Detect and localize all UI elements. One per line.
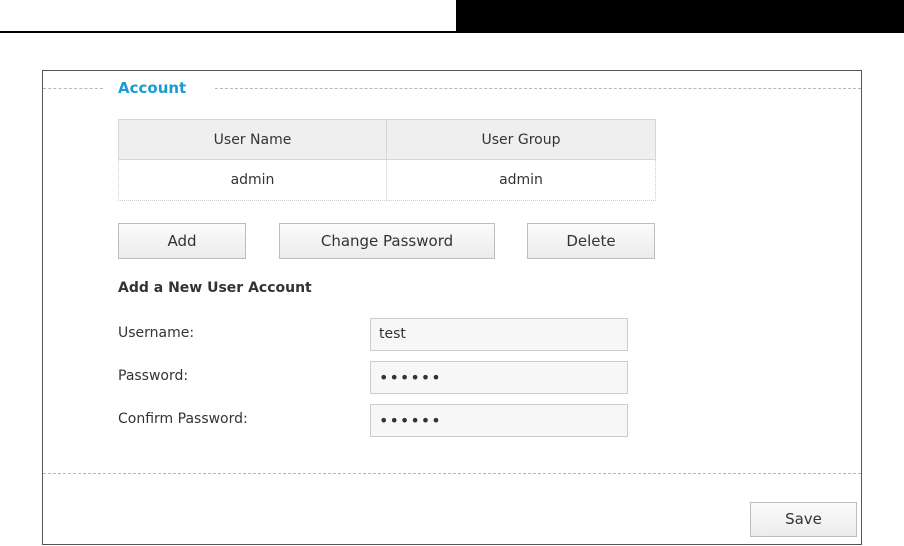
- legend-divider-left: [43, 88, 103, 89]
- password-field[interactable]: ••••••: [370, 361, 628, 394]
- delete-button[interactable]: Delete: [527, 223, 655, 259]
- footer-divider: [43, 473, 861, 474]
- header-rule: [0, 31, 456, 33]
- username-label: Username:: [118, 325, 195, 341]
- confirm-password-label: Confirm Password:: [118, 411, 248, 427]
- username-field[interactable]: test: [370, 318, 628, 351]
- add-button[interactable]: Add: [118, 223, 246, 259]
- password-label: Password:: [118, 368, 189, 384]
- account-panel: Account User Name User Group admin admin…: [42, 70, 862, 545]
- save-button[interactable]: Save: [750, 502, 857, 537]
- confirm-password-field[interactable]: ••••••: [370, 404, 628, 437]
- column-header-user-group: User Group: [386, 119, 656, 160]
- change-password-button[interactable]: Change Password: [279, 223, 495, 259]
- header-bar: [456, 0, 904, 33]
- column-header-user-name: User Name: [118, 119, 387, 160]
- add-user-section-title: Add a New User Account: [118, 280, 312, 296]
- user-account-table: User Name User Group admin admin: [118, 119, 656, 201]
- cell-user-name: admin: [118, 159, 387, 201]
- table-header-row: User Name User Group: [118, 119, 656, 160]
- section-title: Account: [118, 79, 187, 97]
- legend-divider-right: [215, 88, 861, 89]
- table-row[interactable]: admin admin: [118, 159, 656, 201]
- cell-user-group: admin: [386, 159, 656, 201]
